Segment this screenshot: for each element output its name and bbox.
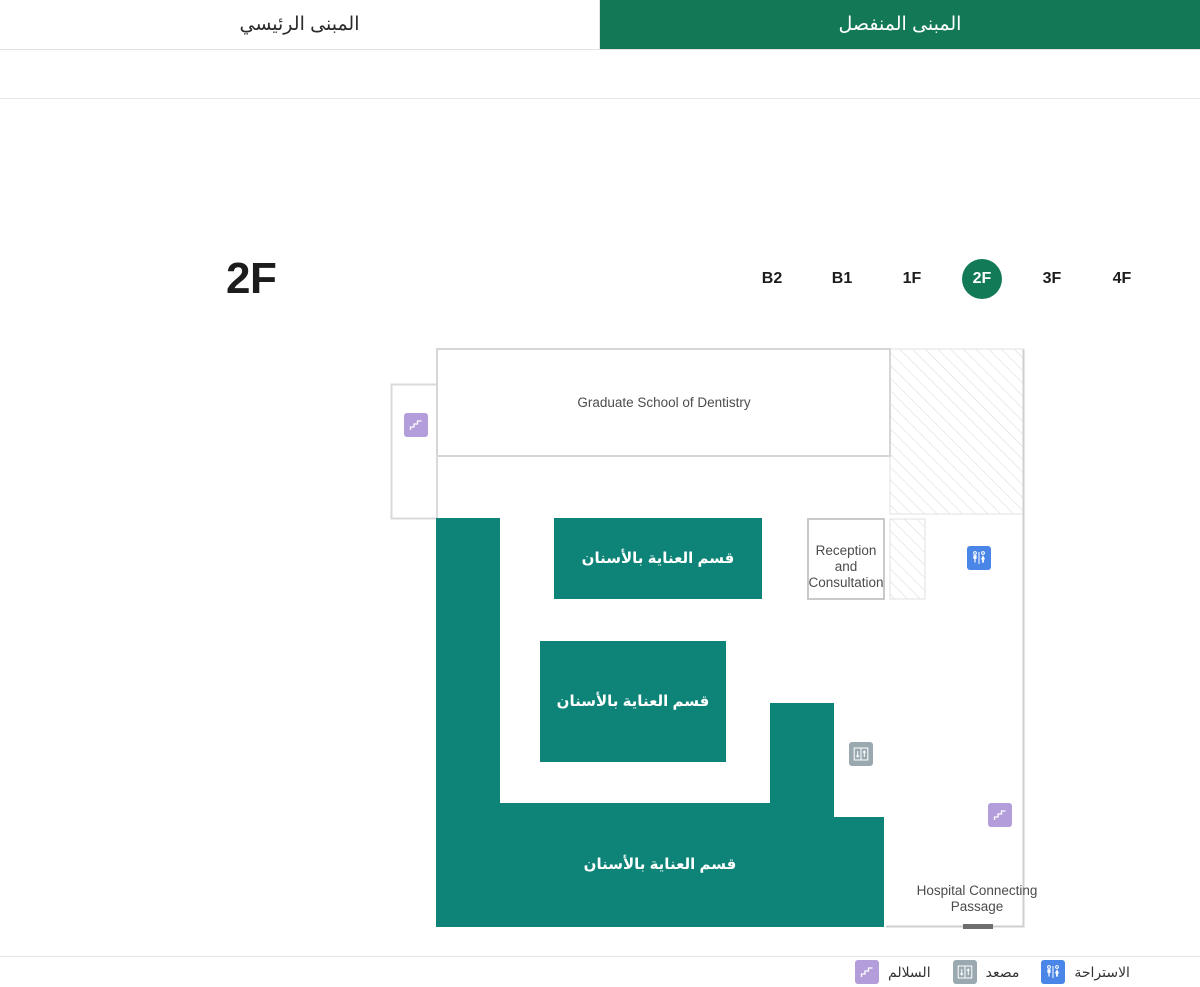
tab-separate-building[interactable]: المبنى المنفصل (600, 0, 1200, 49)
legend-item-elevator: مصعد (952, 960, 1020, 984)
room-graduate-school (436, 348, 891, 457)
building-tab-bar: المبنى المنفصل المبنى الرئيسي (0, 0, 1200, 50)
stairs-icon (855, 960, 879, 984)
floor-map-svg (390, 348, 1025, 929)
stairs-icon[interactable] (404, 413, 428, 437)
stairs-icon[interactable] (988, 803, 1012, 827)
restroom-icon[interactable] (967, 546, 991, 570)
legend-label-elevator: مصعد (985, 963, 1020, 980)
legend-label-restroom: الاستراحة (1074, 963, 1130, 980)
floor-map[interactable]: Graduate School of Dentistry قسم العناية… (0, 99, 1200, 958)
map-legend: السلالم مصعد الاستراحة (855, 957, 1130, 987)
elevator-icon (952, 960, 977, 984)
legend-label-stairs: السلالم (888, 963, 931, 980)
hatched-zone-upper (889, 348, 1025, 515)
building-outline-left-wing (390, 383, 437, 520)
room-dental-care-upper (554, 518, 762, 599)
legend-item-stairs: السلالم (855, 960, 931, 984)
floor-map-panel: 2F B2 B1 1F 2F 3F 4F Graduate School of … (0, 98, 1200, 984)
elevator-icon[interactable] (849, 742, 873, 766)
restroom-icon (1041, 960, 1066, 984)
room-reception (807, 518, 885, 600)
passage-entrance-marker (963, 924, 993, 929)
hatched-zone-lower (889, 518, 926, 600)
room-dental-care-middle (540, 641, 726, 762)
legend-item-restroom: الاستراحة (1041, 960, 1130, 984)
tab-main-building[interactable]: المبنى الرئيسي (0, 0, 600, 49)
